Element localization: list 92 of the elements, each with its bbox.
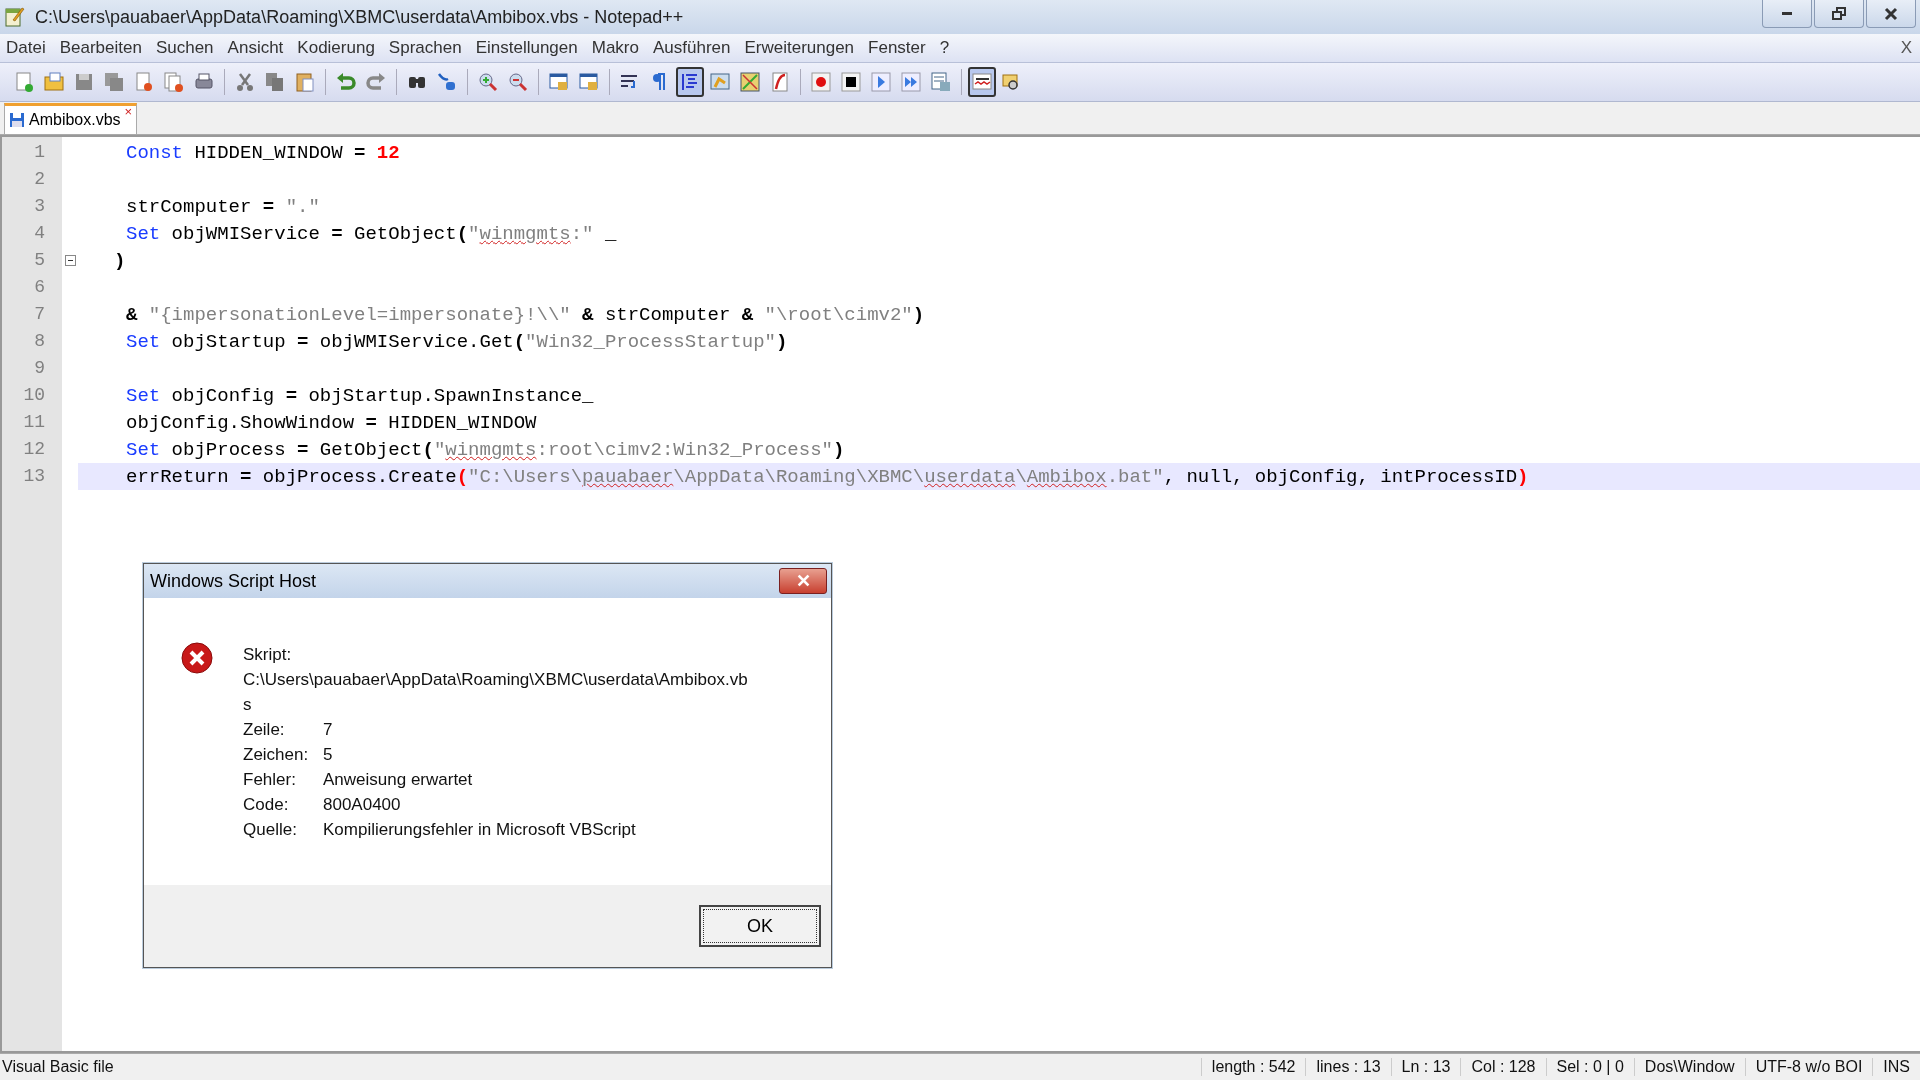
close-icon bbox=[1883, 6, 1899, 21]
line-number: 2 bbox=[33, 168, 46, 191]
spell-check-icon bbox=[971, 71, 993, 93]
indent-guide-button[interactable] bbox=[676, 67, 704, 97]
line-number: 11 bbox=[22, 411, 46, 434]
line-number: 5 bbox=[33, 249, 46, 272]
ok-button[interactable]: OK bbox=[699, 905, 821, 947]
line-number: 10 bbox=[22, 384, 46, 407]
window-title: C:\Users\pauabaer\AppData\Roaming\XBMC\userdata\Ambibox.vbs - Notepad++ bbox=[35, 6, 684, 28]
status-field: Col : 128 bbox=[1460, 1058, 1546, 1076]
menu-item[interactable]: Datei bbox=[6, 38, 46, 58]
spell-check-button[interactable] bbox=[968, 67, 996, 97]
menu-item[interactable]: Ausführen bbox=[652, 38, 731, 58]
menu-item[interactable]: Suchen bbox=[155, 38, 214, 58]
fast-forward-icon bbox=[900, 71, 922, 93]
field-value: Anweisung erwartet bbox=[323, 769, 473, 791]
menu-item[interactable]: Einstellungen bbox=[475, 38, 578, 58]
floppy-disks-icon bbox=[103, 71, 125, 93]
open-folder-icon bbox=[43, 71, 65, 93]
line-number: 7 bbox=[33, 303, 46, 326]
code-line: Set objStartup = objWMIService.Get("Win32_ProcessStartup") bbox=[126, 331, 788, 353]
field-label: Zeile: bbox=[243, 719, 286, 741]
field-value: 7 bbox=[323, 719, 333, 741]
field-label: Zeichen: bbox=[243, 744, 310, 766]
restore-button[interactable] bbox=[1814, 0, 1864, 28]
code-line: Const HIDDEN_WINDOW = 12 bbox=[126, 142, 400, 164]
script-label: Skript: bbox=[243, 644, 293, 666]
menu-item[interactable]: Ansicht bbox=[227, 38, 284, 58]
status-field: Ln : 13 bbox=[1390, 1058, 1461, 1076]
close-file-icon bbox=[133, 71, 155, 93]
close-button[interactable] bbox=[1866, 0, 1916, 28]
undo-icon bbox=[335, 71, 357, 93]
copy-icon bbox=[264, 71, 286, 93]
code-line: Set objConfig = objStartup.SpawnInstance_ bbox=[126, 385, 594, 407]
menu-item[interactable]: Sprachen bbox=[388, 38, 462, 58]
fold-marker-icon[interactable] bbox=[64, 255, 76, 266]
field-value: 800A0400 bbox=[323, 794, 401, 816]
menu-item[interactable]: ? bbox=[939, 38, 950, 58]
line-number: 9 bbox=[33, 357, 46, 380]
zoom-out-icon bbox=[507, 71, 529, 93]
script-path: C:\Users\pauabaer\AppData\Roaming\XBMC\userdata\Ambibox.vb bbox=[243, 669, 748, 691]
line-number: 3 bbox=[33, 195, 46, 218]
stop-icon bbox=[840, 71, 862, 93]
code-line: & "{impersonationLevel=impersonate}!\\" & strComputer & "\root\cimv2") bbox=[126, 304, 925, 326]
line-number: 12 bbox=[22, 438, 46, 461]
status-field: UTF-8 w/o BOI bbox=[1744, 1058, 1873, 1076]
menu-item[interactable]: Erweiterungen bbox=[744, 38, 855, 58]
status-field: lines : 13 bbox=[1305, 1058, 1391, 1076]
code-line: ) bbox=[114, 250, 126, 272]
close-files-icon bbox=[163, 71, 185, 93]
script-path: s bbox=[243, 694, 253, 716]
menu-item[interactable]: Bearbeiten bbox=[59, 38, 142, 58]
field-value: Kompilierungsfehler in Microsoft VBScript bbox=[323, 819, 636, 841]
field-value: 5 bbox=[323, 744, 333, 766]
status-field: length : 542 bbox=[1200, 1058, 1306, 1076]
notepad-icon bbox=[5, 6, 25, 28]
tab-label: Ambibox.vbs bbox=[29, 111, 121, 129]
dialog-title: Windows Script Host bbox=[150, 570, 317, 592]
line-number: 1 bbox=[33, 141, 46, 164]
zoom-in-icon bbox=[477, 71, 499, 93]
document-tab[interactable]: Ambibox.vbs × bbox=[4, 103, 138, 134]
line-number: 8 bbox=[33, 330, 46, 353]
menu-item[interactable]: Fenster bbox=[868, 38, 926, 58]
code-line: strComputer = "." bbox=[126, 196, 320, 218]
code-line: Set objProcess = GetObject("winmgmts:root\cimv2:Win32_Process") bbox=[126, 439, 845, 461]
code-line: errReturn = objProcess.Create("C:\Users\pauabaer\AppData\Roaming\XBMC\userdata\Ambibox.bat", null, objConfig, intProcessID) bbox=[126, 466, 1529, 488]
minimize-icon bbox=[1782, 12, 1792, 15]
menu-item[interactable]: Makro bbox=[591, 38, 639, 58]
play-icon bbox=[870, 71, 892, 93]
close-document-button[interactable]: X bbox=[1900, 38, 1912, 58]
file-type-label: Visual Basic file bbox=[1, 1058, 115, 1076]
status-field: INS bbox=[1872, 1058, 1920, 1076]
status-field: Dos\Window bbox=[1633, 1058, 1745, 1076]
new-file-icon bbox=[13, 71, 35, 93]
field-label: Code: bbox=[243, 794, 290, 816]
line-number: 6 bbox=[33, 276, 46, 299]
line-number: 4 bbox=[33, 222, 46, 245]
field-label: Fehler: bbox=[243, 769, 297, 791]
line-number: 13 bbox=[22, 465, 46, 488]
code-line: Set objWMIService = GetObject("winmgmts:" _ bbox=[126, 223, 617, 245]
code-line: objConfig.ShowWindow = HIDDEN_WINDOW bbox=[126, 412, 537, 434]
redo-icon bbox=[365, 71, 387, 93]
error-icon bbox=[181, 642, 213, 674]
menu-item[interactable]: Kodierung bbox=[297, 38, 375, 58]
status-field: Sel : 0 | 0 bbox=[1545, 1058, 1634, 1076]
field-label: Quelle: bbox=[243, 819, 298, 841]
clipboard-icon bbox=[294, 71, 316, 93]
tab-close-button[interactable]: × bbox=[124, 106, 133, 118]
restore-icon bbox=[1831, 6, 1847, 21]
record-icon bbox=[810, 71, 832, 93]
minimize-button[interactable] bbox=[1762, 0, 1812, 28]
scissors-icon bbox=[234, 71, 256, 93]
